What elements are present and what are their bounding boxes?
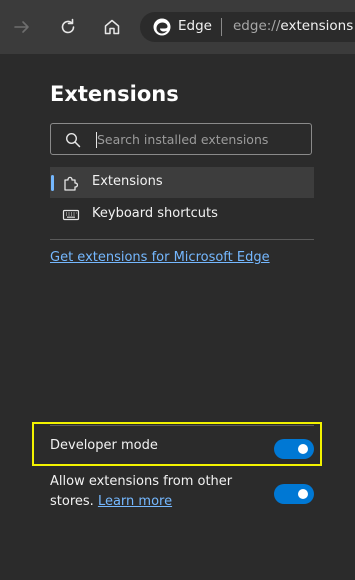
nav-item-extensions[interactable]: Extensions — [50, 167, 314, 198]
edge-logo-icon — [153, 18, 171, 36]
search-input[interactable] — [97, 127, 302, 151]
search-icon — [65, 132, 81, 148]
browser-name: Edge — [178, 18, 212, 34]
url-text[interactable]: edge://extensions — [233, 18, 353, 34]
home-icon — [104, 19, 120, 35]
developer-mode-label: Developer mode — [50, 438, 158, 453]
url-host: extensions — [280, 18, 354, 34]
keyboard-icon — [62, 209, 80, 221]
get-extensions-link[interactable]: Get extensions for Microsoft Edge — [50, 250, 270, 265]
refresh-icon — [61, 18, 75, 34]
nav-label: Keyboard shortcuts — [92, 206, 218, 221]
nav-item-keyboard-shortcuts[interactable]: Keyboard shortcuts — [50, 199, 314, 230]
nav-label: Extensions — [92, 174, 163, 189]
toggle-knob — [298, 444, 308, 454]
address-bar[interactable]: Edge edge://extensions — [140, 12, 355, 42]
allow-other-stores-toggle[interactable] — [274, 484, 314, 504]
search-box[interactable] — [50, 123, 312, 155]
puzzle-icon — [64, 176, 79, 191]
divider — [50, 425, 314, 426]
learn-more-link[interactable]: Learn more — [98, 494, 172, 509]
home-button[interactable] — [96, 11, 128, 43]
divider — [50, 239, 314, 240]
page-title: Extensions — [50, 82, 179, 106]
allow-other-stores-label: Allow extensions from other stores. Lear… — [50, 472, 250, 512]
browser-toolbar: Edge edge://extensions — [0, 0, 355, 54]
active-indicator — [51, 175, 54, 191]
developer-mode-toggle[interactable] — [274, 439, 314, 459]
refresh-button[interactable] — [52, 11, 84, 43]
url-scheme: edge:// — [233, 18, 281, 34]
address-divider — [221, 18, 222, 36]
toggle-knob — [298, 489, 308, 499]
forward-button[interactable] — [6, 11, 38, 43]
arrow-right-icon — [14, 21, 29, 33]
